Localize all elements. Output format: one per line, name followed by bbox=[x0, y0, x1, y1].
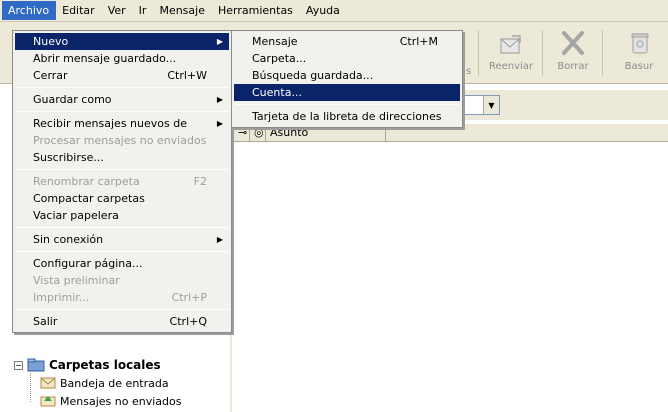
chevron-down-icon[interactable]: ▼ bbox=[483, 96, 499, 114]
menu-item-shortcut: Ctrl+P bbox=[171, 291, 207, 304]
menu-ver[interactable]: Ver bbox=[102, 1, 133, 20]
menu-archivo[interactable]: Archivo bbox=[2, 1, 57, 20]
menu-item-label: Guardar como bbox=[33, 93, 112, 106]
new-submenu-item-mensaje[interactable]: Mensaje Ctrl+M bbox=[234, 33, 460, 50]
submenu-arrow-icon: ▶ bbox=[216, 37, 223, 46]
file-menu-item-abrir-mensaje-guardado[interactable]: Abrir mensaje guardado... bbox=[15, 50, 229, 67]
folder-unsent[interactable]: Mensajes no enviados bbox=[40, 394, 181, 408]
menu-ayuda-label: Ayuda bbox=[305, 4, 340, 17]
menu-item-label: Renombrar carpeta bbox=[33, 175, 140, 188]
menu-separator bbox=[16, 169, 228, 170]
menu-item-shortcut: Ctrl+Q bbox=[169, 315, 207, 328]
delete-x-icon bbox=[562, 31, 584, 55]
menu-item-label: Tarjeta de la libreta de direcciones bbox=[252, 110, 442, 123]
toolbar-separator bbox=[478, 30, 479, 76]
file-menu-item-recibir-mensajes-nuevos-de[interactable]: Recibir mensajes nuevos de ▶ bbox=[15, 115, 229, 132]
menu-item-label: Búsqueda guardada... bbox=[252, 69, 374, 82]
file-menu-item-guardar-como[interactable]: Guardar como ▶ bbox=[15, 91, 229, 108]
file-menu-item-sin-conexion[interactable]: Sin conexión ▶ bbox=[15, 231, 229, 248]
menu-herramientas-label: Herramientas bbox=[217, 4, 293, 17]
menu-item-label: Imprimir... bbox=[33, 291, 90, 304]
file-menu-item-suscribirse[interactable]: Suscribirse... bbox=[15, 149, 229, 166]
menu-herramientas[interactable]: Herramientas bbox=[212, 1, 300, 20]
file-menu-item-salir[interactable]: Salir Ctrl+Q bbox=[15, 313, 229, 330]
menu-ir-label: Ir bbox=[138, 4, 147, 17]
menu-separator bbox=[16, 111, 228, 112]
file-menu-item-configurar-pagina[interactable]: Configurar página... bbox=[15, 255, 229, 272]
menu-item-label: Mensaje bbox=[252, 35, 298, 48]
submenu-arrow-icon: ▶ bbox=[216, 95, 223, 104]
folder-local[interactable]: − Carpetas locales bbox=[14, 357, 161, 373]
file-menu-item-vista-preliminar[interactable]: Vista preliminar bbox=[15, 272, 229, 289]
toolbar-separator bbox=[542, 30, 543, 76]
menu-separator bbox=[16, 227, 228, 228]
forward-icon bbox=[500, 35, 521, 54]
menu-bar: Archivo Editar Ver Ir Mensaje Herramient… bbox=[0, 0, 668, 22]
menu-item-shortcut: F2 bbox=[193, 175, 207, 188]
menu-mensaje[interactable]: Mensaje bbox=[153, 1, 212, 20]
menu-item-label: Suscribirse... bbox=[33, 151, 104, 164]
folder-inbox-label: Bandeja de entrada bbox=[60, 376, 169, 390]
toolbar-separator bbox=[602, 30, 603, 76]
menu-item-label: Salir bbox=[33, 315, 58, 328]
menu-ayuda[interactable]: Ayuda bbox=[300, 1, 347, 20]
file-menu: Nuevo ▶ Abrir mensaje guardado... Cerrar Ctr… bbox=[12, 30, 232, 333]
menu-separator bbox=[16, 87, 228, 88]
forward-button[interactable]: Reenviar bbox=[484, 26, 538, 80]
submenu-arrow-icon: ▶ bbox=[216, 235, 223, 244]
file-menu-item-vaciar-papelera[interactable]: Vaciar papelera bbox=[15, 207, 229, 224]
file-menu-item-nuevo[interactable]: Nuevo ▶ bbox=[15, 33, 229, 50]
menu-separator bbox=[16, 309, 228, 310]
tree-line bbox=[30, 366, 31, 402]
menu-item-label: Recibir mensajes nuevos de bbox=[33, 117, 187, 130]
delete-label: Borrar bbox=[557, 61, 589, 72]
collapse-icon[interactable]: − bbox=[14, 360, 23, 370]
menu-item-label: Cerrar bbox=[33, 69, 68, 82]
trash-icon bbox=[631, 33, 649, 54]
menu-item-label: Vista preliminar bbox=[33, 274, 120, 287]
menu-item-label: Vaciar papelera bbox=[33, 209, 119, 222]
menu-item-label: Sin conexión bbox=[33, 233, 104, 246]
menu-item-label: Carpeta... bbox=[252, 52, 307, 65]
toolbar-partial-label: s bbox=[466, 66, 472, 77]
menu-item-label: Abrir mensaje guardado... bbox=[33, 52, 177, 65]
file-menu-item-procesar-mensajes-no-enviados[interactable]: Procesar mensajes no enviados bbox=[15, 132, 229, 149]
file-menu-item-compactar-carpetas[interactable]: Compactar carpetas bbox=[15, 190, 229, 207]
menu-editar-label: Editar bbox=[62, 4, 95, 17]
junk-button[interactable]: Basur bbox=[612, 26, 666, 80]
submenu-arrow-icon: ▶ bbox=[216, 119, 223, 128]
file-menu-item-imprimir[interactable]: Imprimir... Ctrl+P bbox=[15, 289, 229, 306]
menu-item-label: Configurar página... bbox=[33, 257, 143, 270]
menu-item-shortcut: Ctrl+W bbox=[167, 69, 207, 82]
inbox-icon bbox=[40, 377, 56, 389]
junk-label: Basur bbox=[624, 61, 654, 72]
menu-separator bbox=[16, 251, 228, 252]
file-menu-item-renombrar-carpeta[interactable]: Renombrar carpeta F2 bbox=[15, 173, 229, 190]
menu-editar[interactable]: Editar bbox=[56, 1, 102, 20]
menu-item-label: Cuenta... bbox=[252, 86, 302, 99]
menu-separator bbox=[235, 104, 459, 105]
menu-item-label: Compactar carpetas bbox=[33, 192, 145, 205]
menu-item-label: Nuevo bbox=[33, 35, 69, 48]
menu-ir[interactable]: Ir bbox=[133, 1, 154, 20]
menu-item-shortcut: Ctrl+M bbox=[399, 35, 438, 48]
view-select[interactable]: ▼ bbox=[460, 95, 500, 115]
new-submenu-item-busqueda-guardada[interactable]: Búsqueda guardada... bbox=[234, 67, 460, 84]
new-submenu-item-tarjeta-de-la-libreta-de-direcciones[interactable]: Tarjeta de la libreta de direcciones bbox=[234, 108, 460, 125]
unsent-icon bbox=[40, 396, 56, 407]
file-menu-item-cerrar[interactable]: Cerrar Ctrl+W bbox=[15, 67, 229, 84]
folder-local-label: Carpetas locales bbox=[49, 358, 161, 372]
folder-unsent-label: Mensajes no enviados bbox=[60, 394, 182, 408]
new-submenu-item-cuenta[interactable]: Cuenta... bbox=[234, 84, 460, 101]
forward-label: Reenviar bbox=[488, 61, 534, 72]
folder-inbox[interactable]: Bandeja de entrada bbox=[40, 376, 169, 390]
menu-archivo-label: Archivo bbox=[8, 4, 50, 17]
new-submenu: Mensaje Ctrl+M Carpeta... Búsqueda guardada… bbox=[231, 30, 463, 128]
menu-mensaje-label: Mensaje bbox=[159, 4, 205, 17]
new-submenu-item-carpeta[interactable]: Carpeta... bbox=[234, 50, 460, 67]
menu-ver-label: Ver bbox=[107, 4, 126, 17]
menu-item-label: Procesar mensajes no enviados bbox=[33, 134, 207, 147]
delete-button[interactable]: Borrar bbox=[546, 26, 600, 80]
